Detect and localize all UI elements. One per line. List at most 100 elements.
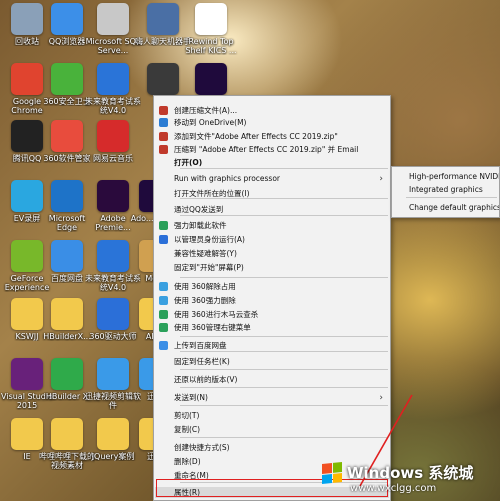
context-menu-item[interactable]: 发送到(N) ›: [155, 392, 389, 403]
watermark-url: www.wxclgg.com: [350, 483, 437, 494]
context-menu-item[interactable]: 上传到百度网盘: [155, 340, 389, 351]
premiere-icon: [97, 180, 129, 212]
context-menu-item-label: 发送到(N): [174, 393, 208, 402]
context-menu-item-label: 删除(D): [174, 457, 201, 466]
context-menu-item-label: 兼容性疑难解答(Y): [174, 249, 237, 258]
app-icon: [147, 3, 179, 35]
desktop-icon[interactable]: 哔哩哔哩下载的视频素材: [39, 418, 95, 480]
context-menu-item[interactable]: 强力卸载此软件: [155, 220, 389, 231]
submenu-item[interactable]: Change default graphics processor...: [392, 202, 499, 213]
desktop-icon[interactable]: 360软件管家: [42, 120, 92, 182]
desktop-icon[interactable]: HBuilderX...: [42, 298, 92, 360]
context-menu-item[interactable]: 通过QQ发送到: [155, 204, 389, 215]
context-menu-item[interactable]: Run with graphics processor ›: [155, 173, 389, 184]
context-menu-item[interactable]: 使用 360进行木马云查杀: [155, 309, 389, 320]
video-file-icon: [195, 3, 227, 35]
context-menu-item[interactable]: 打开(O): [155, 157, 389, 168]
sql-server-icon: [97, 3, 129, 35]
qq-icon: [11, 120, 43, 152]
exam-system-icon: [97, 240, 129, 272]
chrome-icon: [11, 63, 43, 95]
context-menu-item[interactable]: 创建快捷方式(S): [155, 442, 389, 453]
context-menu-item[interactable]: 以管理员身份运行(A): [155, 234, 389, 245]
360-driver-icon: [97, 298, 129, 330]
context-menu-item-label: 复制(C): [174, 425, 201, 434]
winrar-icon: [159, 145, 168, 154]
desktop-icon[interactable]: Rewind Top Shelf KICS ...: [185, 3, 237, 65]
context-menu-item[interactable]: 压缩到 "Adobe After Effects CC 2019.zip" 并 …: [155, 144, 389, 155]
hbuilder-icon: [51, 358, 83, 390]
context-menu-item[interactable]: 添加到文件"Adobe After Effects CC 2019.zip": [155, 131, 389, 142]
submenu-item[interactable]: High-performance NVIDIA processor: [392, 171, 499, 182]
context-menu-item[interactable]: 移动到 OneDrive(M): [155, 117, 389, 128]
menu-separator: [180, 351, 388, 352]
desktop-icon[interactable]: 百度网盘: [42, 240, 92, 302]
visual-studio-icon: [11, 358, 43, 390]
geforce-icon: [11, 240, 43, 272]
menu-separator: [180, 198, 388, 199]
context-menu-item-label: 上传到百度网盘: [174, 341, 227, 350]
submenu-item[interactable]: Integrated graphics: [392, 184, 499, 195]
windows-logo-tile: [322, 473, 332, 484]
folder-icon: [51, 298, 83, 330]
desktop-icon[interactable]: 未来教育考试系统V4.0: [85, 63, 141, 125]
desktop-icon[interactable]: Microsoft SQL Serve...: [86, 3, 140, 65]
folder-icon: [11, 298, 43, 330]
context-menu-item-label: 固定到"开始"屏幕(P): [174, 263, 244, 272]
windows-logo-tile: [332, 461, 342, 472]
menu-separator: [406, 197, 497, 198]
desktop-icon[interactable]: 网易云音乐: [88, 120, 138, 182]
context-menu-item[interactable]: 创建压缩文件(A)...: [155, 105, 389, 116]
360-software-icon: [51, 120, 83, 152]
context-menu-item-label: 使用 360强力删除: [174, 296, 236, 305]
context-menu-item[interactable]: 固定到"开始"屏幕(P): [155, 262, 389, 273]
context-menu-item-label: 使用 360进行木马云查杀: [174, 310, 259, 319]
context-menu-item-label: 打开(O): [174, 158, 203, 167]
desktop-icon[interactable]: 嗨人聊天机器手: [135, 3, 191, 65]
360-icon: [159, 310, 168, 319]
winrar-icon: [159, 132, 168, 141]
context-menu-item-label: 通过QQ发送到: [174, 205, 224, 214]
menu-spacer: [159, 205, 168, 214]
desktop-icon[interactable]: 360安全卫士: [42, 63, 92, 125]
context-menu-item[interactable]: 复制(C): [155, 424, 389, 435]
netease-music-icon: [97, 120, 129, 152]
360-icon: [159, 296, 168, 305]
submenu-item-label: Change default graphics processor...: [409, 203, 500, 212]
edge-icon: [51, 180, 83, 212]
onedrive-icon: [159, 118, 168, 127]
after-effects-icon: [195, 63, 227, 95]
360-icon: [159, 323, 168, 332]
chevron-right-icon: ›: [379, 392, 383, 403]
menu-spacer: [159, 425, 168, 434]
context-menu-item[interactable]: 使用 360管理右键菜单: [155, 322, 389, 333]
desktop-icon-label: Rewind Top Shelf KICS ...: [185, 37, 237, 55]
context-menu-item-label: 移动到 OneDrive(M): [174, 118, 247, 127]
menu-spacer: [159, 411, 168, 420]
qq-browser-icon: [51, 3, 83, 35]
graphics-processor-submenu: High-performance NVIDIA processor Integra…: [391, 166, 500, 218]
folder-icon: [51, 418, 83, 450]
winrar-icon: [159, 106, 168, 115]
context-menu-item[interactable]: 剪切(T): [155, 410, 389, 421]
context-menu-item[interactable]: 使用 360强力删除: [155, 295, 389, 306]
desktop-icon[interactable]: HBuilder X: [42, 358, 92, 420]
submenu-item-label: High-performance NVIDIA processor: [409, 172, 499, 181]
menu-separator: [180, 437, 388, 438]
context-menu-item[interactable]: 兼容性疑难解答(Y): [155, 248, 389, 259]
menu-separator: [180, 387, 388, 388]
exam-system-icon: [97, 63, 129, 95]
context-menu-item[interactable]: 还原以前的版本(V): [155, 374, 389, 385]
context-menu: 创建压缩文件(A)... 移动到 OneDrive(M) 添加到文件"Adobe A…: [153, 95, 391, 501]
context-menu-item[interactable]: 使用 360解除占用: [155, 281, 389, 292]
menu-spacer: [159, 158, 168, 167]
menu-spacer: [159, 189, 168, 198]
menu-separator: [180, 369, 388, 370]
menu-spacer: [159, 375, 168, 384]
context-menu-item[interactable]: 固定到任务栏(K): [155, 356, 389, 367]
menu-spacer: [159, 249, 168, 258]
sublime-icon: [147, 63, 179, 95]
menu-spacer: [159, 393, 168, 402]
desktop-icon[interactable]: QQ浏览器: [42, 3, 92, 65]
desktop-icon[interactable]: Microsoft Edge: [42, 180, 92, 242]
